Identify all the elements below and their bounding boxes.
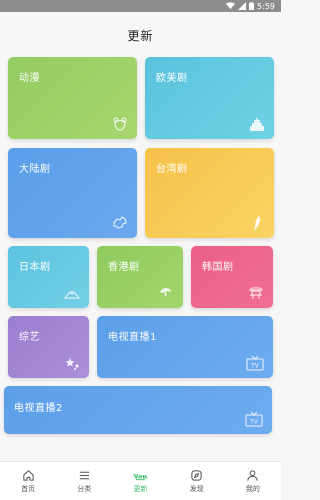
category-card-tv-live-2[interactable]: 电视直播2 TV [4, 386, 272, 434]
list-icon [78, 469, 91, 482]
card-label: 韩国剧 [202, 262, 234, 273]
bottom-tab-bar: 首页 分类 New 更新 发现 我的 [0, 461, 281, 500]
tab-label: 首页 [21, 484, 36, 493]
card-label: 台湾剧 [156, 164, 188, 175]
bauhinia-flower-icon [158, 285, 174, 301]
tab-label: 分类 [77, 484, 92, 493]
card-label: 电视直播1 [108, 332, 157, 343]
tab-update[interactable]: New 更新 [112, 462, 168, 500]
category-card-taiwan[interactable]: 台湾剧 [145, 148, 274, 238]
category-card-western[interactable]: 欧美剧 [145, 57, 274, 139]
category-card-variety[interactable]: 综艺 [8, 316, 89, 378]
tab-label: 更新 [133, 484, 148, 493]
battery-icon [249, 2, 255, 10]
pagoda-icon [248, 285, 264, 301]
category-card-mainland[interactable]: 大陆剧 [8, 148, 137, 238]
discover-icon [190, 469, 203, 482]
taiwan-island-icon [249, 215, 265, 231]
category-card-korea[interactable]: 韩国剧 [191, 246, 273, 308]
card-label: 欧美剧 [156, 73, 188, 84]
user-icon [246, 469, 259, 482]
svg-text:New: New [134, 472, 147, 480]
status-icons: 5:59 [226, 0, 275, 12]
tv-icon: TV [245, 411, 263, 427]
svg-text:TV: TV [250, 363, 260, 370]
category-card-anime[interactable]: 动漫 [8, 57, 137, 139]
card-label: 综艺 [19, 332, 40, 343]
status-bar: 5:59 [0, 0, 281, 12]
card-label: 日本剧 [19, 262, 51, 273]
bear-icon [112, 116, 128, 132]
wifi-icon [226, 2, 236, 10]
card-label: 大陆剧 [19, 164, 51, 175]
page-header: 更新 [0, 12, 281, 58]
status-time: 5:59 [257, 1, 275, 11]
page-title: 更新 [127, 28, 154, 43]
tab-category[interactable]: 分类 [56, 462, 112, 500]
card-label: 电视直播2 [14, 403, 63, 414]
tab-mine[interactable]: 我的 [225, 462, 281, 500]
tab-label: 我的 [245, 484, 260, 493]
category-card-tv-live-1[interactable]: 电视直播1 TV [97, 316, 273, 378]
mount-fuji-icon [64, 285, 80, 301]
svg-text:TV: TV [249, 419, 259, 426]
category-card-japan[interactable]: 日本剧 [8, 246, 89, 308]
new-badge-icon: New [134, 469, 147, 482]
building-icon [249, 116, 265, 132]
tv-icon: TV [246, 355, 264, 371]
tab-label: 发现 [189, 484, 204, 493]
home-icon [22, 469, 35, 482]
china-map-icon [112, 215, 128, 231]
card-label: 香港剧 [108, 262, 140, 273]
stars-icon [64, 355, 80, 371]
tab-discover[interactable]: 发现 [169, 462, 225, 500]
tab-home[interactable]: 首页 [0, 462, 56, 500]
card-label: 动漫 [19, 73, 40, 84]
category-card-hongkong[interactable]: 香港剧 [97, 246, 183, 308]
signal-icon [238, 2, 247, 10]
